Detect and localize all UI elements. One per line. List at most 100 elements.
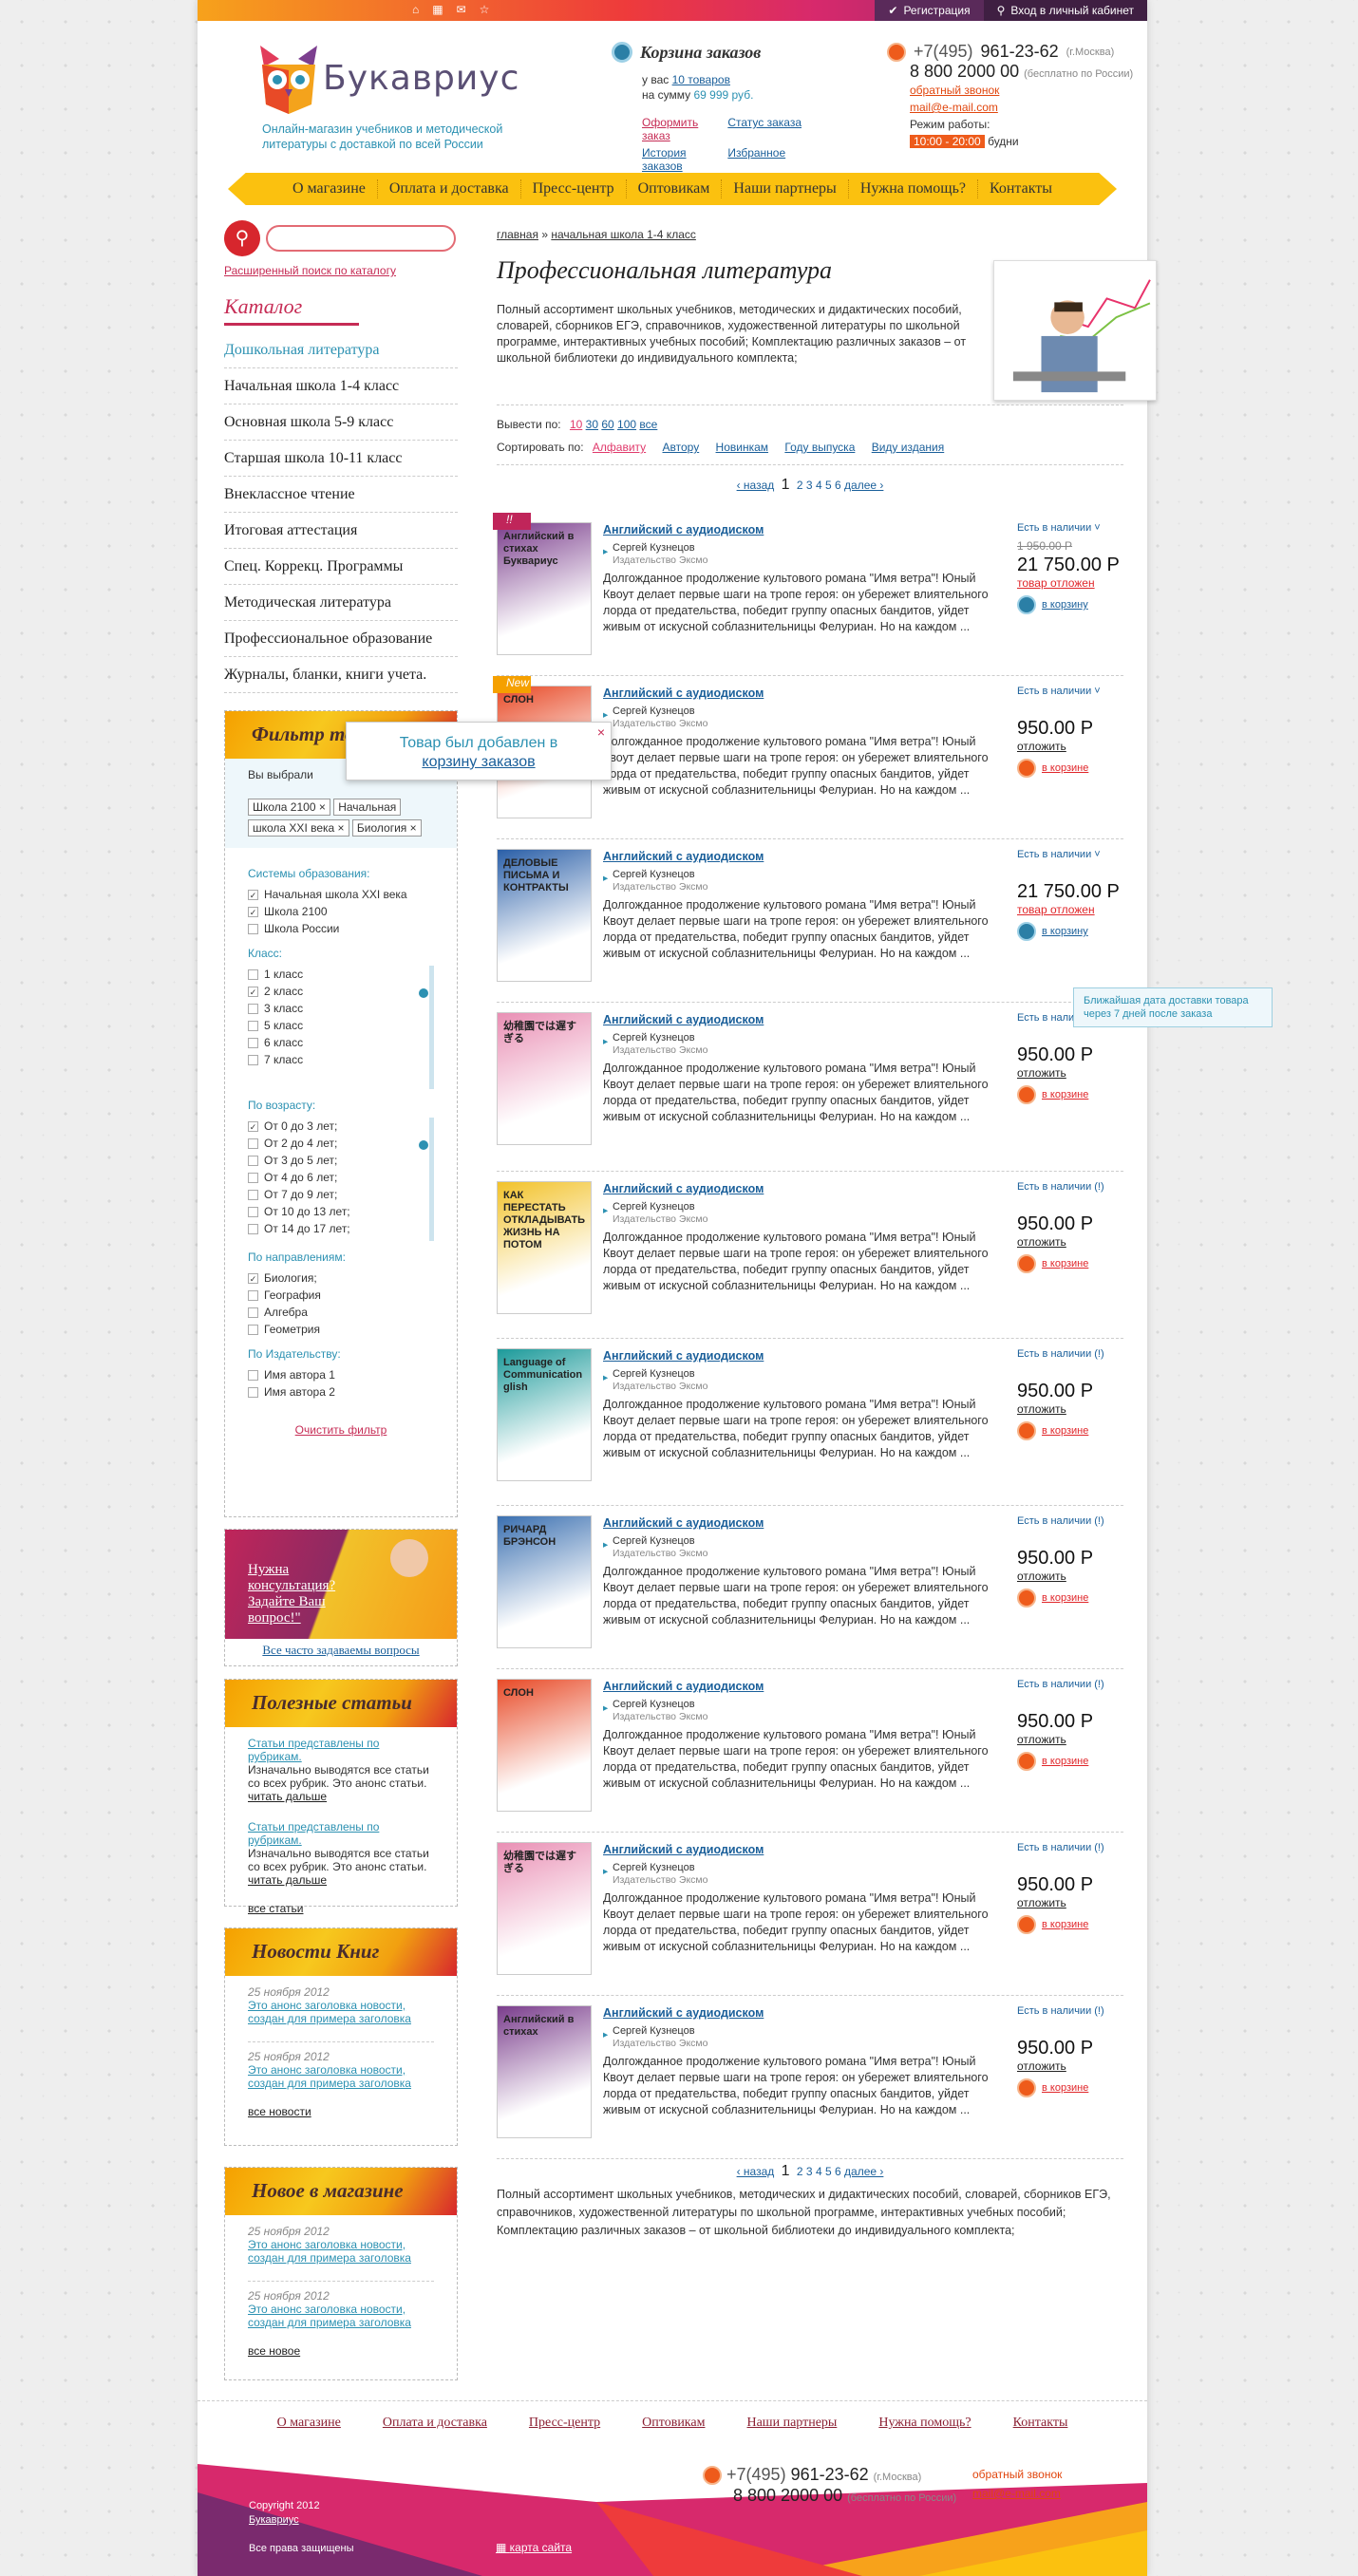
product-title-link[interactable]: Английский с аудиодиском	[603, 1182, 764, 1195]
defer-link[interactable]: отложить	[1017, 1235, 1131, 1249]
menu-item-press[interactable]: Пресс-центр	[519, 179, 626, 198]
cart-button[interactable]: в корзине	[1017, 1752, 1131, 1771]
catalog-item[interactable]: Дошкольная литература	[224, 332, 458, 368]
login-link[interactable]: ⚲ Вход в личный кабинет	[983, 0, 1147, 21]
filter-checkbox[interactable]: От 7 до 9 лет;	[248, 1186, 425, 1203]
checkbox-icon[interactable]	[248, 1369, 258, 1381]
filter-checkbox[interactable]: Школа России	[248, 920, 434, 937]
book-cover[interactable]: 幼稚園では遅すぎる	[497, 1012, 592, 1145]
catalog-item[interactable]: Итоговая аттестация	[224, 513, 458, 549]
sort-option[interactable]: Новинкам	[716, 441, 768, 454]
product-title-link[interactable]: Английский с аудиодиском	[603, 1680, 764, 1693]
filter-checkbox[interactable]: От 2 до 4 лет;	[248, 1135, 425, 1152]
catalog-item[interactable]: Спец. Коррекц. Программы	[224, 549, 458, 585]
article-link[interactable]: Статьи представлены по рубрикам.	[248, 1820, 379, 1847]
scrollbar-handle[interactable]	[419, 1140, 428, 1150]
pager-page[interactable]: 6	[835, 479, 841, 492]
read-more-link[interactable]: читать дальше	[248, 1873, 327, 1887]
filter-checkbox[interactable]: Геометрия	[248, 1321, 434, 1338]
scrollbar-handle[interactable]	[419, 988, 428, 998]
menu-item-about[interactable]: О магазине	[281, 179, 377, 198]
filter-chip[interactable]: Биология ×	[351, 819, 422, 837]
filter-chip[interactable]: школа XXI века ×	[248, 819, 349, 837]
availability[interactable]: Есть в наличии (!)	[1017, 1679, 1131, 1690]
news-link[interactable]: Это анонс заголовка новости, создан для …	[248, 2238, 411, 2265]
search-icon[interactable]: ⚲	[224, 220, 260, 256]
sitemap-link[interactable]: ▦ карта сайта	[496, 2541, 572, 2554]
availability[interactable]: Есть в наличии ˅	[1017, 522, 1131, 534]
filter-chip[interactable]: Школа 2100 ×	[248, 799, 330, 816]
catalog-item[interactable]: Старшая школа 10-11 класс	[224, 441, 458, 477]
favorites-link[interactable]: Избранное	[727, 146, 802, 173]
footer-link-contacts[interactable]: Контакты	[1013, 2416, 1068, 2431]
footer-brand-link[interactable]: Букавриус	[249, 2514, 299, 2526]
cart-button[interactable]: в корзине	[1017, 1589, 1131, 1608]
checkout-link[interactable]: Оформить заказ	[642, 116, 716, 142]
filter-checkbox[interactable]: ✓ От 0 до 3 лет;	[248, 1118, 425, 1135]
defer-link[interactable]: отложить	[1017, 1733, 1131, 1746]
pager-prev[interactable]: ‹ назад	[737, 479, 775, 492]
checkbox-icon[interactable]	[248, 1155, 258, 1166]
checkbox-icon[interactable]: ✓	[248, 986, 258, 997]
footer-link-partners[interactable]: Наши партнеры	[746, 2416, 837, 2431]
checkbox-icon[interactable]	[248, 1189, 258, 1200]
filter-checkbox[interactable]: 5 класс	[248, 1017, 425, 1034]
email-link[interactable]: mail@e-mail.com	[910, 101, 998, 114]
advanced-search-link[interactable]: Расширенный поиск по каталогу	[224, 264, 396, 277]
checkbox-icon[interactable]	[248, 923, 258, 934]
cart-link[interactable]: корзину заказов	[422, 754, 535, 770]
checkbox-icon[interactable]: ✓	[248, 1120, 258, 1132]
filter-checkbox[interactable]: 1 класс	[248, 966, 425, 983]
owl-logo-icon[interactable]	[251, 38, 327, 116]
catalog-item[interactable]: Внеклассное чтение	[224, 477, 458, 513]
checkbox-icon[interactable]	[248, 1324, 258, 1335]
checkbox-icon[interactable]	[248, 968, 258, 980]
show-option[interactable]: все	[639, 418, 657, 431]
checkbox-icon[interactable]: ✓	[248, 906, 258, 917]
footer-link-about[interactable]: О магазине	[277, 2416, 341, 2431]
book-cover[interactable]: СЛОН	[497, 1679, 592, 1812]
filter-checkbox[interactable]: Имя автора 1	[248, 1366, 434, 1383]
footer-email-link[interactable]: mail@e-mail.com	[972, 2487, 1061, 2500]
checkbox-icon[interactable]	[248, 1223, 258, 1234]
pager-page[interactable]: 2	[797, 2165, 803, 2178]
checkbox-icon[interactable]: ✓	[248, 889, 258, 900]
sort-option[interactable]: Автору	[663, 441, 700, 454]
filter-chip[interactable]: Начальная	[333, 799, 402, 816]
faq-link[interactable]: Все часто задаваемы вопросы	[225, 1643, 457, 1658]
pager-page[interactable]: 4	[816, 2165, 822, 2178]
checkbox-icon[interactable]	[248, 1307, 258, 1318]
order-status-link[interactable]: Статус заказа	[727, 116, 802, 142]
checkbox-icon[interactable]	[248, 1037, 258, 1048]
cart-count-link[interactable]: 10 товаров	[672, 73, 730, 86]
pager-page[interactable]: 5	[825, 479, 832, 492]
cart-button[interactable]: в корзину	[1017, 595, 1131, 614]
pager-page[interactable]: 4	[816, 479, 822, 492]
defer-link[interactable]: товар отложен	[1017, 903, 1131, 916]
cart-icon[interactable]	[612, 42, 632, 63]
filter-checkbox[interactable]: География	[248, 1287, 434, 1304]
filter-checkbox[interactable]: ✓ 2 класс	[248, 983, 425, 1000]
product-title-link[interactable]: Английский с аудиодиском	[603, 1013, 764, 1026]
defer-link[interactable]: товар отложен	[1017, 576, 1131, 590]
defer-link[interactable]: отложить	[1017, 1066, 1131, 1080]
pager-page[interactable]: 5	[825, 2165, 832, 2178]
availability[interactable]: Есть в наличии (!)	[1017, 2005, 1131, 2017]
clear-filter-link[interactable]: Очистить фильтр	[248, 1423, 434, 1437]
sitemap-icon[interactable]: ▦	[432, 3, 443, 16]
footer-callback-link[interactable]: обратный звонок	[972, 2465, 1062, 2484]
home-icon[interactable]: ⌂	[412, 3, 419, 16]
availability[interactable]: Есть в наличии ˅	[1017, 686, 1131, 697]
menu-item-wholesale[interactable]: Оптовикам	[625, 179, 722, 198]
checkbox-icon[interactable]	[248, 1138, 258, 1149]
checkbox-icon[interactable]	[248, 1289, 258, 1301]
menu-item-contacts[interactable]: Контакты	[976, 179, 1064, 198]
footer-link-help[interactable]: Нужна помощь?	[878, 2416, 971, 2431]
all-new-link[interactable]: все новое	[248, 2344, 300, 2358]
book-cover[interactable]: КАК ПЕРЕСТАТЬ ОТКЛАДЫВАТЬ ЖИЗНЬ НА ПОТОМ	[497, 1181, 592, 1314]
defer-link[interactable]: отложить	[1017, 1402, 1131, 1416]
defer-link[interactable]: отложить	[1017, 1896, 1131, 1909]
filter-checkbox[interactable]: 3 класс	[248, 1000, 425, 1017]
checkbox-icon[interactable]	[248, 1386, 258, 1398]
product-title-link[interactable]: Английский с аудиодиском	[603, 523, 764, 536]
